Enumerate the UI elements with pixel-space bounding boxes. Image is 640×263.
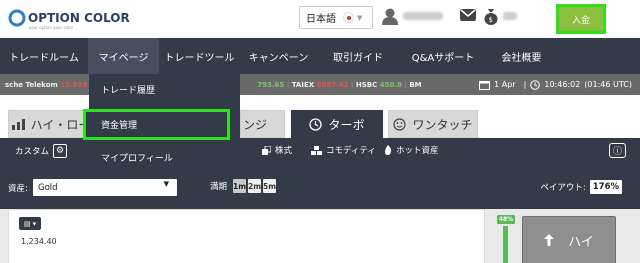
logo-tagline: your option your color (29, 25, 74, 30)
chart-type-button[interactable]: ▤ ▾ (19, 217, 41, 230)
ticker-name: HSBC (355, 80, 378, 89)
expiry-1m-button[interactable]: 1m (233, 179, 246, 193)
username-redacted (403, 12, 443, 20)
my-page-dropdown: トレード履歴 資金管理 マイプロフィール (83, 74, 240, 172)
tab-label: ンジ (243, 117, 268, 132)
nav-item-campaign[interactable]: キャンペーン (240, 38, 317, 74)
utc-label: (01:46 UTC) (584, 80, 632, 89)
nav-item-trade-guide[interactable]: 取引ガイド (317, 38, 399, 74)
custom-label: カスタム (15, 147, 50, 157)
ticker-value: 8887.42 (316, 80, 349, 89)
price-axis-label: 1,234.40 (21, 237, 57, 246)
ticker-value: 15.919 (60, 80, 88, 89)
balance-redacted (503, 12, 517, 20)
expiry-label: 満期 (210, 182, 228, 192)
asset-value: Gold (38, 182, 58, 193)
mail-icon[interactable] (460, 9, 476, 23)
user-icon (382, 8, 398, 25)
chevron-down-icon: ▼ (357, 13, 363, 22)
logo-brand: OPTION COLOR (28, 11, 130, 25)
asset-label: 資産: (8, 184, 28, 194)
menu-item-my-profile[interactable]: マイプロフィール (89, 144, 240, 170)
sentiment-bar (503, 226, 508, 263)
ticker-name: sche Telekom (5, 80, 58, 89)
payout-label: ペイアウト: (540, 183, 586, 193)
tab-label: ターボ (328, 117, 365, 132)
fire-icon (385, 145, 392, 155)
category-hot-assets[interactable]: ホット資産 (384, 144, 439, 156)
stocks-icon (262, 145, 271, 155)
arrow-up-icon (544, 234, 555, 246)
nav-item-qa-support[interactable]: Q&Aサポート (399, 38, 487, 74)
tab-one-touch[interactable]: ワンタッチ (388, 110, 478, 138)
language-label: 日本語 (306, 14, 336, 25)
clock-icon (309, 117, 323, 131)
payout-value: 176% (589, 180, 622, 194)
logo-ring (8, 9, 26, 27)
chevron-down-icon: ▼ (163, 180, 169, 188)
money-bag-icon: $ (484, 9, 498, 25)
tab-range[interactable]: ンジ (240, 110, 285, 138)
logo[interactable]: OPTION COLOR your option your color (8, 7, 153, 31)
category-label: 株式 (275, 146, 293, 156)
nav-item-trade-room[interactable]: トレードルーム (0, 38, 88, 74)
category-label: コモディティ (326, 146, 376, 156)
custom-filter[interactable]: カスタム ⚙ (15, 144, 68, 158)
date-label: 1 Apr (494, 80, 516, 89)
tab-label: ハイ・ロー (30, 117, 91, 132)
menu-item-fund-management[interactable]: 資金管理 (83, 109, 230, 140)
clock: 1 Apr | 10:46:02 (01:46 UTC) (479, 74, 640, 95)
tab-label: ワンタッチ (412, 117, 473, 132)
user-menu[interactable] (382, 7, 443, 25)
tab-high-low[interactable]: ハイ・ロー (8, 110, 94, 138)
ticker-name: TAIEX (291, 80, 315, 89)
ticker-name: BM (409, 80, 422, 89)
gear-icon[interactable]: ⚙ (53, 144, 68, 158)
info-icon[interactable]: ⓘ (609, 143, 626, 158)
ticker-value: 450.8 (379, 80, 402, 89)
high-label: ハイ (568, 234, 594, 250)
top-bar: OPTION COLOR your option your color 日本語 … (0, 0, 640, 38)
category-stocks[interactable]: 株式 (262, 144, 292, 156)
smiley-icon (393, 117, 407, 131)
balance-indicator[interactable]: $ (484, 7, 517, 25)
high-button[interactable]: ハイ (522, 216, 616, 263)
category-commodity[interactable]: コモディティ (311, 144, 376, 156)
japan-flag-icon (343, 12, 354, 23)
price-chart[interactable]: ▤ ▾ 1,234.40 (8, 209, 485, 263)
ticker-value: 793.65 (257, 80, 285, 89)
category-label: ホット資産 (396, 146, 439, 156)
nav-item-trade-tools[interactable]: トレードツール (159, 38, 240, 74)
bar-chart-icon (11, 118, 25, 130)
sentiment-percent: 48% (497, 215, 515, 224)
nav-item-my-page[interactable]: マイページ (88, 38, 159, 74)
time-label: 10:46:02 (544, 80, 581, 89)
nav-item-company[interactable]: 会社概要 (487, 38, 556, 74)
tab-turbo[interactable]: ターボ (291, 110, 383, 138)
calendar-icon (479, 80, 491, 90)
clock-icon (530, 79, 541, 90)
language-select[interactable]: 日本語 ▼ (299, 6, 373, 29)
gold-bars-icon (311, 145, 322, 155)
menu-item-trade-history[interactable]: トレード履歴 (89, 76, 240, 102)
svg-text:$: $ (489, 16, 493, 24)
expiry-group: 満期 1m 2m 5m (210, 179, 276, 193)
deposit-button[interactable]: 入金 (556, 4, 606, 34)
expiry-5m-button[interactable]: 5m (263, 179, 276, 193)
asset-select[interactable]: Gold ▼ (33, 179, 177, 196)
main-nav: トレードルーム マイページ トレードツール キャンペーン 取引ガイド Q&Aサポ… (0, 38, 640, 74)
payout-group: ペイアウト: 176% (540, 180, 622, 194)
expiry-2m-button[interactable]: 2m (248, 179, 261, 193)
